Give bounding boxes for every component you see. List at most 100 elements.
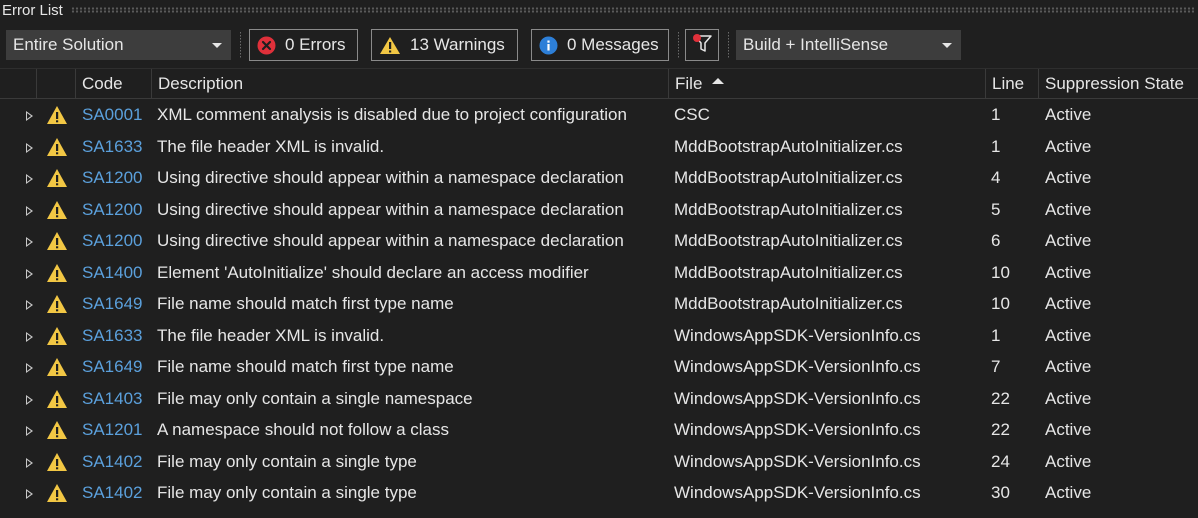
warning-icon (46, 263, 68, 288)
table-row[interactable]: SA1200 Using directive should appear wit… (0, 163, 1198, 195)
warning-icon (46, 105, 68, 130)
table-row[interactable]: SA1201 A namespace should not follow a c… (0, 415, 1198, 447)
row-description: Using directive should appear within a n… (157, 168, 624, 187)
column-header-suppression[interactable]: Suppression State (1038, 69, 1198, 99)
expand-arrow-icon[interactable] (26, 457, 33, 468)
table-row[interactable]: SA1402 File may only contain a single ty… (0, 478, 1198, 510)
row-file: MddBootstrapAutoInitializer.cs (674, 262, 903, 282)
expand-arrow-icon[interactable] (26, 331, 33, 342)
table-row[interactable]: SA1403 File may only contain a single na… (0, 384, 1198, 416)
row-file: CSC (674, 105, 710, 124)
row-suppression: Active (1045, 136, 1092, 156)
toolbar: Entire Solution 0 Errors 13 Warnings 0 M… (0, 26, 1198, 64)
row-description: File name should match first type name (157, 357, 454, 376)
column-header-line[interactable]: Line (985, 69, 1039, 99)
row-code[interactable]: SA0001 (82, 105, 143, 125)
title-grip[interactable] (70, 7, 1194, 13)
row-code[interactable]: SA1200 (82, 231, 143, 251)
expand-arrow-icon[interactable] (26, 111, 33, 121)
expand-arrow-icon[interactable] (26, 205, 33, 216)
table-row[interactable]: SA1400 Element 'AutoInitialize' should d… (0, 258, 1198, 290)
warning-icon (46, 168, 68, 193)
row-line: 24 (991, 451, 1010, 471)
row-line: 22 (991, 420, 1010, 439)
filter-toggle-button[interactable] (685, 29, 719, 61)
table-row[interactable]: SA0001 XML comment analysis is disabled … (0, 100, 1198, 132)
expand-arrow-icon[interactable] (26, 300, 33, 310)
row-line: 1 (991, 136, 1001, 156)
row-file: MddBootstrapAutoInitializer.cs (674, 168, 903, 187)
scope-dropdown-value: Entire Solution (13, 35, 124, 54)
info-icon (539, 36, 558, 55)
warning-icon (46, 483, 68, 508)
expand-arrow-icon[interactable] (26, 394, 33, 405)
row-description: Using directive should appear within a n… (157, 199, 624, 219)
table-row[interactable]: SA1633 The file header XML is invalid. W… (0, 321, 1198, 353)
row-suppression: Active (1045, 483, 1092, 502)
row-line: 22 (991, 388, 1010, 408)
row-line: 7 (991, 357, 1001, 376)
warnings-filter-label: 13 Warnings (410, 35, 505, 54)
column-header-expand[interactable] (36, 69, 76, 99)
table-row[interactable]: SA1200 Using directive should appear wit… (0, 195, 1198, 227)
errors-filter-button[interactable]: 0 Errors (249, 29, 358, 61)
warning-icon (46, 357, 68, 382)
chevron-down-icon (212, 43, 222, 48)
expand-arrow-icon[interactable] (26, 363, 33, 373)
row-code[interactable]: SA1633 (82, 326, 143, 346)
row-line: 10 (991, 294, 1010, 313)
warnings-filter-button[interactable]: 13 Warnings (371, 29, 518, 61)
row-description: File may only contain a single type (157, 483, 417, 502)
row-file: MddBootstrapAutoInitializer.cs (674, 136, 903, 156)
row-line: 30 (991, 483, 1010, 502)
table-row[interactable]: SA1649 File name should match first type… (0, 352, 1198, 384)
row-code[interactable]: SA1403 (82, 389, 143, 409)
expand-arrow-icon[interactable] (26, 426, 33, 436)
row-description: Using directive should appear within a n… (157, 231, 624, 250)
build-source-dropdown[interactable]: Build + IntelliSense (736, 30, 961, 60)
row-file: WindowsAppSDK-VersionInfo.cs (674, 357, 921, 376)
row-file: WindowsAppSDK-VersionInfo.cs (674, 420, 921, 439)
table-row[interactable]: SA1649 File name should match first type… (0, 289, 1198, 321)
row-line: 5 (991, 199, 1001, 219)
error-list-rows: SA0001 XML comment analysis is disabled … (0, 100, 1198, 510)
row-suppression: Active (1045, 420, 1092, 439)
column-header-description[interactable]: Description (151, 69, 669, 99)
row-suppression: Active (1045, 357, 1092, 376)
row-code[interactable]: SA1200 (82, 200, 143, 220)
row-file: MddBootstrapAutoInitializer.cs (674, 231, 903, 250)
column-header-code[interactable]: Code (75, 69, 152, 99)
chevron-down-icon (942, 43, 952, 48)
table-row[interactable]: SA1633 The file header XML is invalid. M… (0, 132, 1198, 164)
warning-icon (46, 294, 68, 319)
expand-arrow-icon[interactable] (26, 174, 33, 184)
row-suppression: Active (1045, 325, 1092, 345)
table-row[interactable]: SA1402 File may only contain a single ty… (0, 447, 1198, 479)
row-code[interactable]: SA1402 (82, 483, 143, 503)
warning-icon (46, 200, 68, 225)
expand-arrow-icon[interactable] (26, 142, 33, 153)
messages-filter-button[interactable]: 0 Messages (531, 29, 669, 61)
window-title: Error List (2, 1, 63, 19)
table-row[interactable]: SA1200 Using directive should appear wit… (0, 226, 1198, 258)
scope-dropdown[interactable]: Entire Solution (6, 30, 231, 60)
row-code[interactable]: SA1201 (82, 420, 143, 440)
error-icon (257, 36, 276, 55)
expand-arrow-icon[interactable] (26, 489, 33, 499)
row-code[interactable]: SA1402 (82, 452, 143, 472)
row-code[interactable]: SA1200 (82, 168, 143, 188)
column-header-file-label: File (675, 74, 703, 93)
row-code[interactable]: SA1649 (82, 294, 143, 314)
column-header: Code Description File Line Suppression S… (0, 68, 1198, 99)
row-code[interactable]: SA1649 (82, 357, 143, 377)
row-description: File may only contain a single namespace (157, 388, 473, 408)
row-code[interactable]: SA1400 (82, 263, 143, 283)
toolbar-separator (728, 32, 729, 58)
column-header-file[interactable]: File (668, 69, 986, 99)
title-bar[interactable]: Error List (0, 0, 1198, 20)
row-code[interactable]: SA1633 (82, 137, 143, 157)
row-suppression: Active (1045, 262, 1092, 282)
row-description: The file header XML is invalid. (157, 136, 385, 156)
expand-arrow-icon[interactable] (26, 237, 33, 247)
expand-arrow-icon[interactable] (26, 268, 33, 279)
